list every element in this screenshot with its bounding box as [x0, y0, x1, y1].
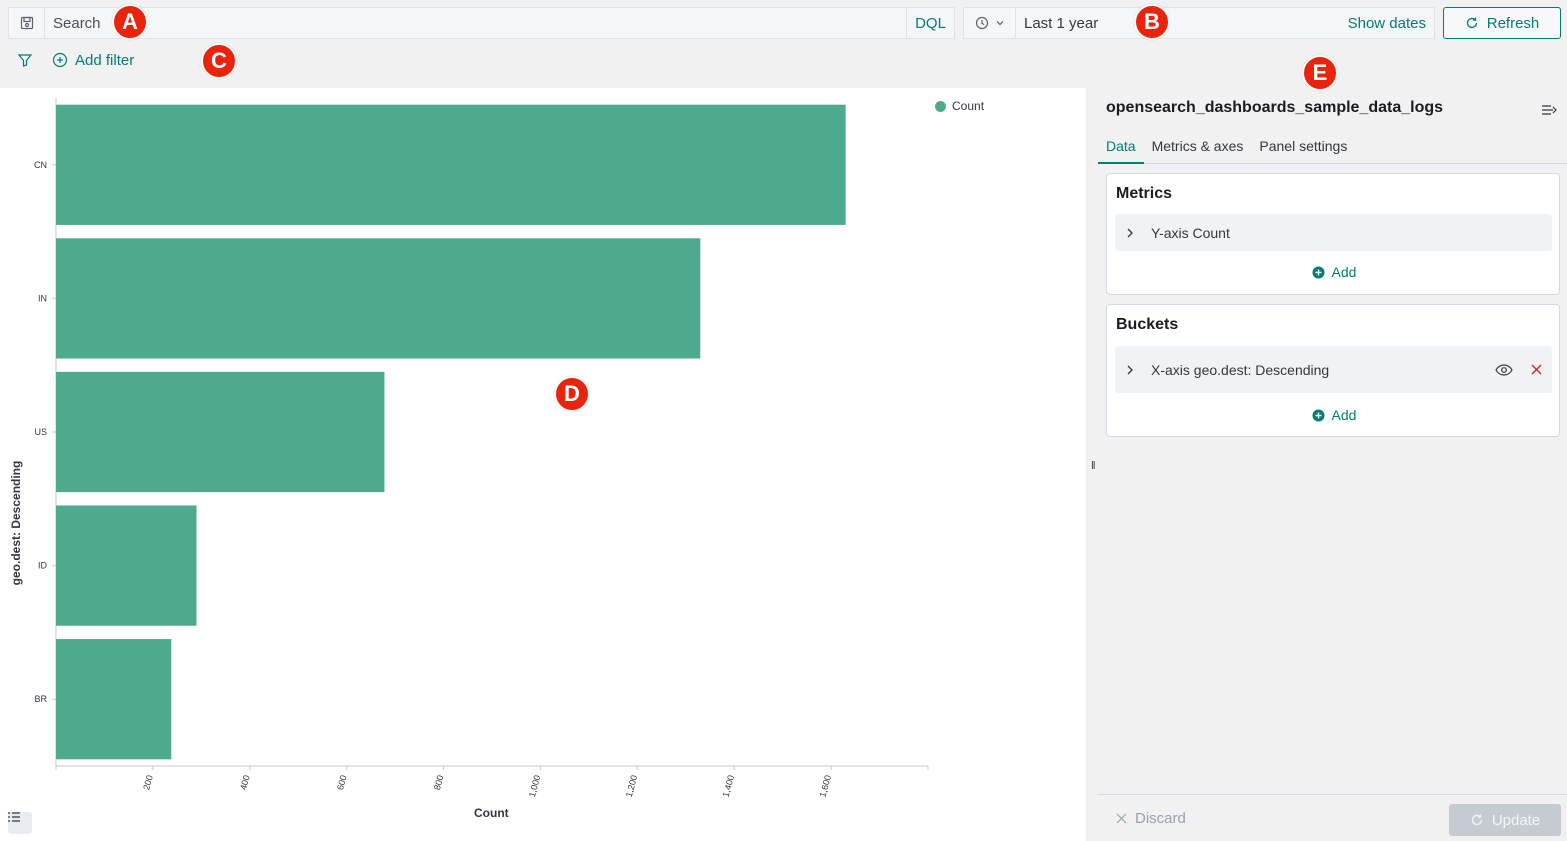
filter-icon [17, 54, 33, 67]
discard-button[interactable]: Discard [1116, 810, 1186, 827]
add-filter-button[interactable]: Add filter [52, 52, 134, 69]
add-metric-button[interactable]: Add [1107, 264, 1561, 280]
annotation-marker-c: C [201, 43, 237, 79]
tab-metrics-axes[interactable]: Metrics & axes [1144, 134, 1252, 164]
index-pattern-title: opensearch_dashboards_sample_data_logs [1106, 99, 1444, 116]
plus-circle-filled-icon [1312, 409, 1325, 421]
y-tick-label: IN [38, 293, 47, 303]
annotation-marker-d: D [554, 376, 590, 412]
close-icon [1116, 813, 1127, 824]
legend-toggle-button[interactable] [8, 812, 32, 834]
x-tick-label: 1,000 [527, 774, 542, 798]
refresh-button[interactable]: Refresh [1443, 7, 1561, 39]
list-icon [8, 812, 20, 822]
annotation-marker-e: E [1302, 55, 1338, 91]
refresh-icon [1466, 17, 1477, 29]
drag-grip-icon: ‖ [1091, 460, 1096, 472]
filter-bar: Add filter [8, 46, 134, 74]
collapse-right-icon [1542, 105, 1557, 115]
chart-legend[interactable]: Count [935, 99, 984, 113]
bucket-item-label: X-axis geo.dest: Descending [1151, 361, 1330, 378]
bar-in[interactable] [56, 238, 701, 359]
toggle-visibility-button[interactable] [1488, 363, 1520, 376]
collapse-sidebar-button[interactable] [1541, 103, 1557, 122]
x-axis-title: Count [474, 806, 509, 820]
x-tick-label: 600 [335, 774, 349, 791]
plus-circle-filled-icon [1312, 266, 1325, 278]
refresh-icon [1471, 814, 1482, 826]
y-tick-label: CN [34, 160, 47, 170]
time-range-label[interactable]: Last 1 year [1016, 15, 1348, 32]
plus-circle-icon [52, 52, 68, 68]
refresh-label: Refresh [1486, 14, 1540, 32]
editor-sidebar: opensearch_dashboards_sample_data_logs D… [1098, 88, 1567, 841]
metric-item-label: Y-axis Count [1151, 224, 1230, 241]
add-filter-label: Add filter [75, 51, 135, 69]
metric-item-y-axis-count[interactable]: Y-axis Count [1115, 214, 1552, 251]
x-tick-label: 800 [432, 774, 446, 791]
add-metric-label: Add [1331, 264, 1357, 280]
query-bar: Search DQL [8, 7, 955, 39]
editor-tabs: Data Metrics & axes Panel settings [1098, 134, 1567, 164]
discard-label: Discard [1135, 810, 1186, 827]
x-tick-label: 1,200 [624, 774, 639, 798]
panel-resize-handle[interactable]: ‖ [1086, 88, 1098, 841]
eye-icon [1495, 363, 1513, 376]
query-language-button[interactable]: DQL [906, 8, 954, 38]
metrics-heading: Metrics [1116, 185, 1173, 202]
bucket-item-x-axis[interactable]: X-axis geo.dest: Descending [1115, 346, 1552, 393]
tab-panel-settings[interactable]: Panel settings [1251, 134, 1355, 164]
annotation-marker-a: A [112, 4, 148, 40]
update-button[interactable]: Update [1449, 804, 1561, 836]
bar-br[interactable] [56, 639, 172, 760]
chevron-right-icon[interactable] [1115, 227, 1145, 239]
x-tick-label: 400 [238, 774, 252, 791]
legend-color-dot [935, 100, 946, 112]
filter-menu-button[interactable] [8, 52, 42, 68]
editor-footer: Discard Update [1098, 794, 1567, 841]
bar-cn[interactable] [56, 104, 846, 225]
quick-menu-button[interactable] [964, 8, 1016, 38]
chevron-down-icon [996, 21, 1003, 26]
update-label: Update [1491, 811, 1541, 829]
x-tick-label: 200 [141, 774, 155, 791]
add-bucket-label: Add [1331, 407, 1357, 423]
close-icon [1531, 364, 1541, 375]
bar-id[interactable] [56, 505, 197, 626]
time-picker: Last 1 year Show dates [963, 7, 1435, 39]
y-axis-title: geo.dest: Descending [9, 460, 23, 586]
show-dates-button[interactable]: Show dates [1348, 15, 1434, 32]
annotation-marker-b: B [1134, 4, 1170, 40]
search-input[interactable]: Search [45, 15, 906, 32]
visualization-chart: CN IN US ID BR 200 400 600 800 1,000 1,200 1,400 1,6… [0, 88, 1086, 841]
saved-queries-button[interactable] [9, 8, 45, 38]
legend-label: Count [952, 99, 985, 113]
saved-query-icon [20, 16, 33, 30]
metrics-section: Metrics Y-axis Count Add [1106, 173, 1560, 295]
add-bucket-button[interactable]: Add [1107, 407, 1561, 423]
buckets-heading: Buckets [1116, 316, 1179, 333]
bar-us[interactable] [56, 371, 385, 493]
remove-bucket-button[interactable] [1520, 364, 1552, 375]
y-tick-label: US [34, 427, 47, 437]
bar-chart: CN IN US ID BR 200 400 600 800 1,000 1,200 1,400 1,6… [34, 98, 929, 798]
y-tick-label: ID [38, 561, 48, 571]
chevron-right-icon[interactable] [1115, 364, 1145, 376]
x-tick-label: 1,400 [721, 774, 736, 798]
buckets-section: Buckets X-axis geo.dest: Descending Add [1106, 304, 1560, 437]
tab-data[interactable]: Data [1098, 134, 1144, 164]
clock-icon [975, 16, 988, 30]
x-tick-label: 1,600 [818, 774, 833, 798]
y-tick-label: BR [34, 694, 47, 704]
